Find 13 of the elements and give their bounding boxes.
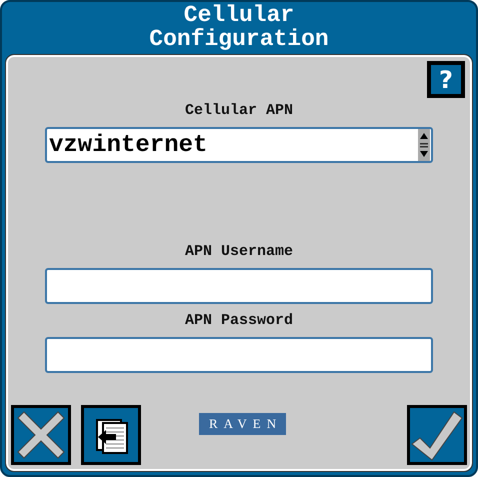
field-label: APN Username bbox=[184, 243, 294, 260]
field-label: APN Password bbox=[184, 312, 294, 329]
input-field[interactable] bbox=[45, 268, 433, 304]
field-label: Cellular APN bbox=[184, 102, 294, 119]
cancel-button[interactable] bbox=[11, 405, 71, 465]
input-field[interactable]: vzwinternet bbox=[45, 127, 433, 163]
confirm-button[interactable] bbox=[407, 405, 467, 465]
spinner-icon[interactable] bbox=[418, 129, 430, 161]
import-button[interactable] bbox=[81, 405, 141, 465]
input-field[interactable] bbox=[45, 337, 433, 373]
help-button[interactable]: ? bbox=[427, 61, 465, 98]
window-title: Cellular Configuration bbox=[148, 2, 330, 54]
logo: RAVEN bbox=[199, 413, 286, 435]
